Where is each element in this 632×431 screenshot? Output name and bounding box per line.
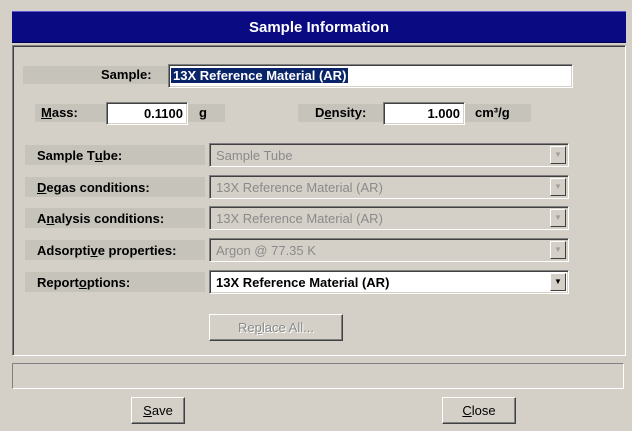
chevron-down-icon[interactable]: ▼ xyxy=(550,146,566,164)
chevron-down-icon[interactable]: ▼ xyxy=(550,273,566,291)
save-button[interactable]: Save xyxy=(131,397,185,424)
density-label: Density: xyxy=(315,105,367,120)
window-title: Sample Information xyxy=(248,18,390,36)
combo-select[interactable]: 13X Reference Material (AR) ▼ xyxy=(209,270,569,294)
combo-select[interactable]: 13X Reference Material (AR) ▼ xyxy=(209,206,569,230)
chevron-down-icon[interactable]: ▼ xyxy=(550,178,566,196)
sample-name-value: 13X Reference Material (AR) xyxy=(171,68,349,83)
combo-value: 13X Reference Material (AR) xyxy=(216,179,383,195)
chevron-down-icon[interactable]: ▼ xyxy=(550,209,566,227)
combo-select[interactable]: Argon @ 77.35 K ▼ xyxy=(209,238,569,262)
replace-all-button[interactable]: Re p lace All... xyxy=(209,314,343,341)
combo-value: Argon @ 77.35 K xyxy=(216,242,316,258)
combo-select[interactable]: Sample Tube ▼ xyxy=(209,143,569,167)
close-button[interactable]: Close xyxy=(442,397,516,424)
combo-value: 13X Reference Material (AR) xyxy=(216,210,383,226)
density-input[interactable] xyxy=(383,102,465,125)
row-label: Adsorpti v e properties: xyxy=(25,240,205,260)
mass-unit: g xyxy=(199,105,207,120)
row-label: An alysis conditions: xyxy=(25,208,205,228)
sample-info-panel: Sample: 13X Reference Material (AR) Mass… xyxy=(12,45,626,356)
sample-label: Sample: xyxy=(101,67,152,82)
combo-select[interactable]: 13X Reference Material (AR) ▼ xyxy=(209,175,569,199)
row-label: Sample Tu be: xyxy=(25,145,205,165)
mass-label: Mass: xyxy=(41,105,78,120)
combo-value: 13X Reference Material (AR) xyxy=(216,274,390,290)
sample-name-field[interactable]: 13X Reference Material (AR) xyxy=(168,64,573,88)
status-bar xyxy=(12,363,624,389)
chevron-down-icon[interactable]: ▼ xyxy=(550,241,566,259)
row-label: Report o ptions: xyxy=(25,272,205,292)
combo-value: Sample Tube xyxy=(216,147,293,163)
density-unit: cm³/g xyxy=(475,105,510,120)
title-bar: Sample Information xyxy=(12,11,626,43)
mass-input[interactable] xyxy=(106,102,188,125)
row-label: Degas conditions: xyxy=(25,177,205,197)
